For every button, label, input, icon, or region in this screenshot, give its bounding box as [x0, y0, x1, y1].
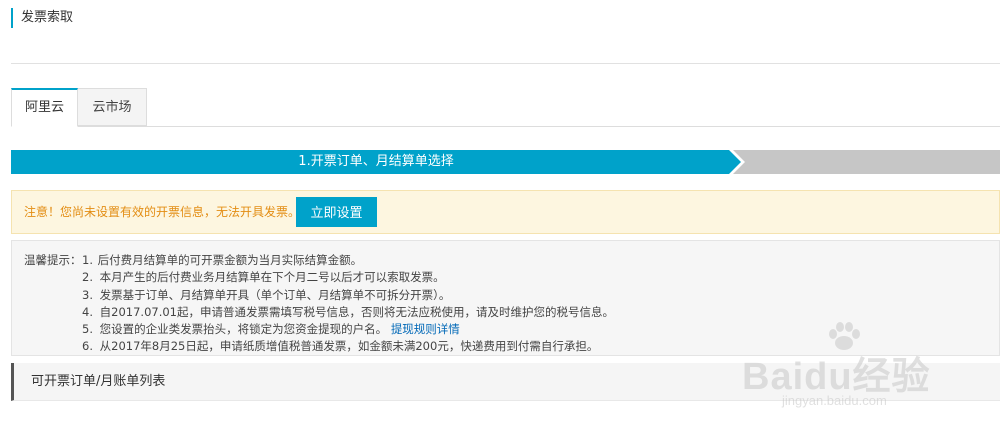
tip-number: 4.	[82, 304, 93, 319]
invoice-list-title: 可开票订单/月账单列表	[31, 374, 166, 389]
tip-number: 2.	[82, 270, 93, 285]
warning-notice: 注意！您尚未设置有效的开票信息，无法开具发票。 立即设置	[11, 190, 1000, 234]
setup-now-button[interactable]: 立即设置	[296, 197, 377, 227]
tip-text: 发票基于订单、月结算单开具（单个订单、月结算单不可拆分开票）。	[99, 287, 451, 302]
tip-item: 3. 发票基于订单、月结算单开具（单个订单、月结算单不可拆分开票）。	[82, 287, 614, 304]
tip-item: 6. 从2017年8月25日起，申请纸质增值税普通发票，如金额未满200元，快递…	[82, 338, 614, 355]
tip-item: 2. 本月产生的后付费业务月结算单在下个月二号以后才可以索取发票。	[82, 269, 614, 286]
page-title: 发票索取	[11, 8, 73, 28]
title-divider	[11, 63, 1000, 64]
tip-number: 5.	[82, 322, 93, 337]
tip-text: 从2017年8月25日起，申请纸质增值税普通发票，如金额未满200元，快递费用到…	[99, 339, 599, 354]
tip-text: 自2017.07.01起，申请普通发票需填写税号信息，否则将无法应税使用，请及时…	[99, 304, 614, 319]
tip-number: 6.	[82, 339, 93, 354]
warning-text: 注意！您尚未设置有效的开票信息，无法开具发票。	[24, 205, 301, 219]
withdraw-rules-link[interactable]: 提现规则详情	[391, 322, 460, 336]
tip-item: 1. 后付费月结算单的可开票金额为当月实际结算金额。	[82, 252, 614, 269]
tip-number: 3.	[82, 287, 93, 302]
tip-item: 5. 您设置的企业类发票抬头，将锁定为您资金提现的户名。 提现规则详情	[82, 321, 614, 338]
step-progress: 1.开票订单、月结算单选择	[11, 150, 1000, 174]
tip-text: 本月产生的后付费业务月结算单在下个月二号以后才可以索取发票。	[99, 270, 445, 285]
tip-item: 4. 自2017.07.01起，申请普通发票需填写税号信息，否则将无法应税使用，…	[82, 304, 614, 321]
tip-number: 1.	[82, 253, 93, 267]
tab-bar: 阿里云 云市场	[11, 88, 1000, 127]
tab-aliyun[interactable]: 阿里云	[11, 88, 78, 127]
step-2-arrow	[733, 150, 1000, 174]
invoice-list-header: 可开票订单/月账单列表	[11, 363, 1000, 401]
tips-label: 温馨提示：	[24, 253, 82, 267]
tab-cloud-market[interactable]: 云市场	[78, 88, 147, 126]
tip-text: 后付费月结算单的可开票金额为当月实际结算金额。	[97, 253, 363, 267]
tips-list: 1. 后付费月结算单的可开票金额为当月实际结算金额。 2. 本月产生的后付费业务…	[82, 252, 614, 356]
tips-panel: 温馨提示： 1. 后付费月结算单的可开票金额为当月实际结算金额。 2. 本月产生…	[11, 240, 1000, 356]
tip-text: 您设置的企业类发票抬头，将锁定为您资金提现的户名。	[99, 322, 388, 337]
step-1-label: 1.开票订单、月结算单选择	[298, 154, 454, 169]
